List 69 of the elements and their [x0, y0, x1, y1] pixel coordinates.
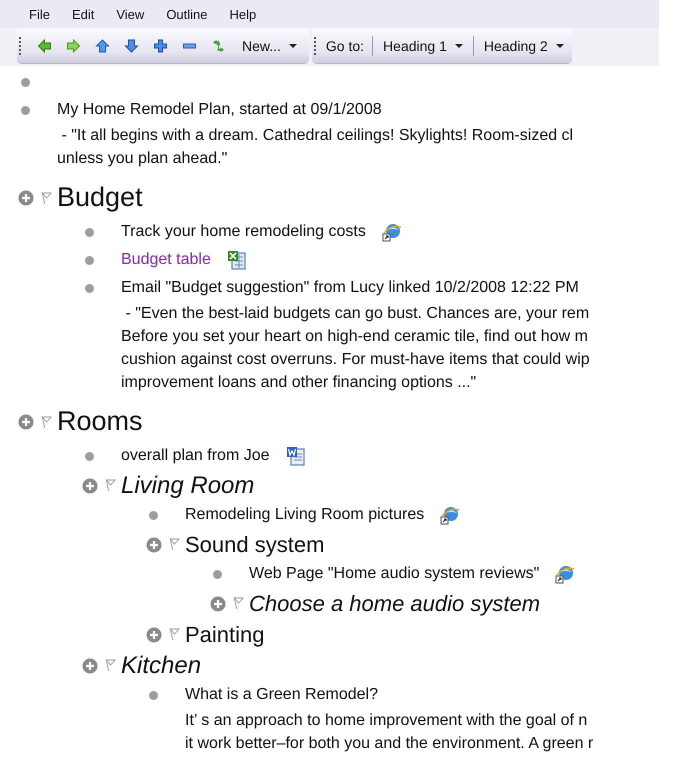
caret-icon	[288, 44, 297, 48]
globe-icon[interactable]	[440, 505, 460, 525]
heading-text: Rooms	[57, 406, 143, 438]
expand-icon[interactable]	[82, 478, 98, 494]
up-arrow-icon[interactable]	[95, 38, 110, 52]
bullet-dot	[21, 106, 30, 114]
heading-text: Kitchen	[121, 652, 202, 680]
item-text: Remodeling Living Room pictures	[185, 505, 424, 525]
note-text: it work better–for both you and the environment. A green r	[184, 734, 594, 754]
flag-icon[interactable]	[169, 538, 180, 551]
flag-icon[interactable]	[41, 416, 52, 428]
note-text: Before you set your heart on high-end ceramic tile, find out how m	[120, 327, 589, 347]
bullet-dot	[85, 228, 94, 236]
caret-icon	[556, 44, 564, 48]
bullet-dot	[149, 510, 158, 520]
expand-icon[interactable]	[146, 626, 162, 642]
left-arrow-icon[interactable]	[37, 38, 52, 52]
note-text: improvement loans and other financing options ..."	[120, 373, 478, 393]
flag-icon[interactable]	[105, 659, 116, 672]
down-arrow-icon[interactable]	[124, 38, 139, 52]
plus-icon[interactable]	[153, 38, 168, 52]
spreadsheet-icon[interactable]	[226, 250, 247, 270]
heading-text: Choose a home audio system	[249, 590, 540, 616]
note-text: It’ s an approach to home improvement with the goal of n	[184, 711, 588, 731]
bullet-dot	[149, 690, 158, 700]
menu-item[interactable]: Help	[220, 6, 266, 22]
expand-icon[interactable]	[18, 190, 34, 206]
bullet-dot	[21, 78, 30, 86]
expand-icon[interactable]	[210, 596, 226, 612]
heading-dropdown[interactable]: Heading 2	[482, 36, 566, 56]
note-text: - "Even the best-laid budgets can go bust. Chances are, your rem	[124, 304, 590, 324]
item-text: Web Page "Home audio system reviews"	[249, 564, 540, 584]
heading-text: Living Room	[121, 472, 254, 500]
expand-icon[interactable]	[146, 536, 162, 552]
heading-dropdown[interactable]: Heading 1	[381, 36, 465, 56]
bullet-dot	[85, 256, 94, 264]
menu-item[interactable]: Edit	[62, 6, 104, 22]
expand-icon[interactable]	[18, 414, 34, 430]
flag-icon[interactable]	[105, 479, 116, 492]
note-text: - "It all begins with a dream. Cathedral ceilings! Skylights! Room-sized cl	[60, 126, 574, 146]
globe-icon[interactable]	[555, 564, 576, 584]
item-text: overall plan from Joe	[121, 446, 270, 466]
menu-item[interactable]: File	[20, 6, 59, 22]
flag-icon[interactable]	[41, 192, 52, 204]
item-text: Email "Budget suggestion" from Lucy linked 10/2/2008 12:22 PM	[121, 278, 579, 298]
expand-icon[interactable]	[82, 658, 98, 674]
heading-text: Painting	[185, 622, 265, 648]
bullet-dot	[85, 452, 94, 460]
document-icon[interactable]	[286, 446, 306, 466]
note-text: unless you plan ahead."	[56, 149, 228, 169]
flag-icon[interactable]	[233, 597, 244, 610]
heading-text: Sound system	[185, 532, 324, 558]
swap-arrows-icon[interactable]	[211, 38, 226, 52]
menu-item[interactable]: View	[107, 6, 154, 22]
note-text: cushion against cost overruns. For must-have items that could wip	[120, 350, 591, 370]
caret-icon	[454, 44, 463, 48]
item-text: Track your home remodeling costs	[121, 222, 366, 242]
right-arrow-icon[interactable]	[66, 38, 81, 52]
item-text: What is a Green Remodel?	[185, 685, 378, 705]
globe-icon[interactable]	[382, 222, 402, 242]
bullet-dot	[213, 570, 222, 578]
link[interactable]: Budget table	[121, 250, 211, 270]
heading-text: Budget	[57, 182, 143, 214]
flag-icon[interactable]	[169, 628, 180, 641]
menu-item[interactable]: Outline	[157, 6, 217, 22]
new-dropdown[interactable]: New...	[240, 36, 299, 56]
item-text: My Home Remodel Plan, started at 09/1/2008	[57, 100, 382, 120]
bullet-dot	[85, 284, 94, 292]
goto-label: Go to:	[326, 38, 364, 54]
